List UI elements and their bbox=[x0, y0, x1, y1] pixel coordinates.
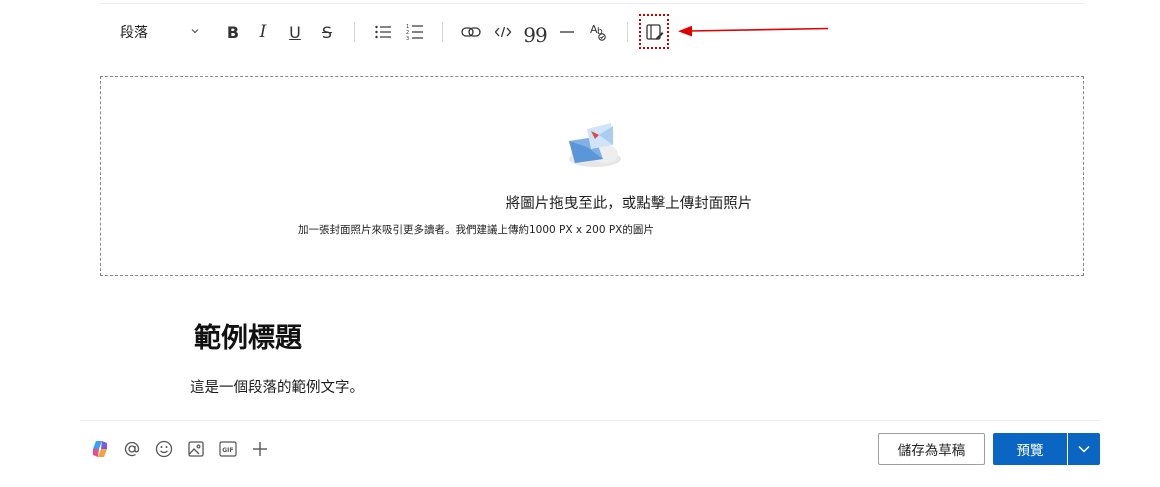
copilot-button[interactable] bbox=[88, 436, 112, 462]
italic-icon: I bbox=[259, 22, 267, 42]
link-icon bbox=[461, 25, 481, 39]
paragraph-style-select[interactable]: 段落 bbox=[110, 14, 210, 50]
toolbar-separator bbox=[627, 22, 628, 42]
gif-button[interactable]: GIF bbox=[216, 436, 240, 462]
annotation-highlight-box bbox=[639, 14, 669, 49]
link-button[interactable] bbox=[458, 14, 484, 50]
article-title[interactable]: 範例標題 bbox=[194, 316, 302, 355]
add-icon bbox=[253, 442, 267, 456]
annotation-arrow-icon bbox=[678, 25, 829, 37]
numbered-list-icon: 1 2 3 bbox=[406, 23, 424, 41]
add-button[interactable] bbox=[248, 436, 272, 462]
image-button[interactable] bbox=[184, 436, 208, 462]
bold-icon: B bbox=[226, 22, 240, 42]
paragraph-style-label: 段落 bbox=[120, 25, 148, 41]
mention-icon bbox=[124, 441, 140, 457]
svg-text:b: b bbox=[597, 27, 603, 37]
svg-text:GIF: GIF bbox=[222, 447, 233, 454]
bold-button[interactable]: B bbox=[220, 14, 246, 50]
emoji-icon bbox=[155, 440, 173, 458]
numbered-list-button[interactable]: 1 2 3 bbox=[402, 14, 428, 50]
toolbar-separator bbox=[442, 22, 443, 42]
code-button[interactable] bbox=[490, 14, 516, 50]
gif-icon: GIF bbox=[219, 441, 237, 457]
bulleted-list-icon bbox=[374, 24, 392, 40]
chevron-down-icon bbox=[1078, 445, 1090, 453]
quote-icon: 99 bbox=[523, 23, 547, 47]
preview-options-button[interactable] bbox=[1068, 433, 1100, 465]
top-divider bbox=[100, 3, 1084, 4]
cover-upload-hint: 加一張封面照片來吸引更多讀者。我們建議上傳約1000 PX x 200 PX的圖… bbox=[298, 224, 654, 236]
strikethrough-icon: S bbox=[321, 22, 333, 42]
emoji-button[interactable] bbox=[152, 436, 176, 462]
image-icon bbox=[188, 441, 204, 457]
composer-actions: GIF bbox=[88, 436, 288, 462]
spellcheck-button[interactable]: A b bbox=[586, 14, 612, 50]
toolbar-separator bbox=[354, 22, 355, 42]
article-body-paragraph[interactable]: 這是一個段落的範例文字。 bbox=[190, 376, 364, 397]
formatting-toolbar: 段落 B I U S 1 2 3 99 A b bbox=[110, 14, 710, 50]
spellcheck-icon: A b bbox=[589, 22, 609, 42]
bulleted-list-button[interactable] bbox=[370, 14, 396, 50]
horizontal-rule-icon bbox=[559, 30, 575, 34]
cover-upload-instruction: 將圖片拖曳至此，或點擊上傳封面照片 bbox=[505, 196, 753, 212]
horizontal-rule-button[interactable] bbox=[554, 14, 580, 50]
strikethrough-button[interactable]: S bbox=[314, 14, 340, 50]
cover-image-dropzone[interactable]: 將圖片拖曳至此，或點擊上傳封面照片 加一張封面照片來吸引更多讀者。我們建議上傳約… bbox=[100, 76, 1084, 276]
cloud-upload-illustration bbox=[569, 123, 621, 167]
mention-button[interactable] bbox=[120, 436, 144, 462]
preview-button[interactable]: 預覽 bbox=[993, 433, 1067, 465]
italic-button[interactable]: I bbox=[250, 14, 276, 50]
copilot-icon bbox=[93, 441, 107, 457]
bottom-divider bbox=[80, 420, 1100, 421]
save-draft-button[interactable]: 儲存為草稿 bbox=[878, 433, 985, 465]
quote-button[interactable]: 99 bbox=[522, 14, 548, 50]
underline-icon: U bbox=[289, 22, 301, 42]
underline-button[interactable]: U bbox=[282, 14, 308, 50]
svg-text:3: 3 bbox=[406, 36, 409, 41]
chevron-down-icon bbox=[190, 26, 200, 36]
code-icon bbox=[494, 25, 512, 39]
